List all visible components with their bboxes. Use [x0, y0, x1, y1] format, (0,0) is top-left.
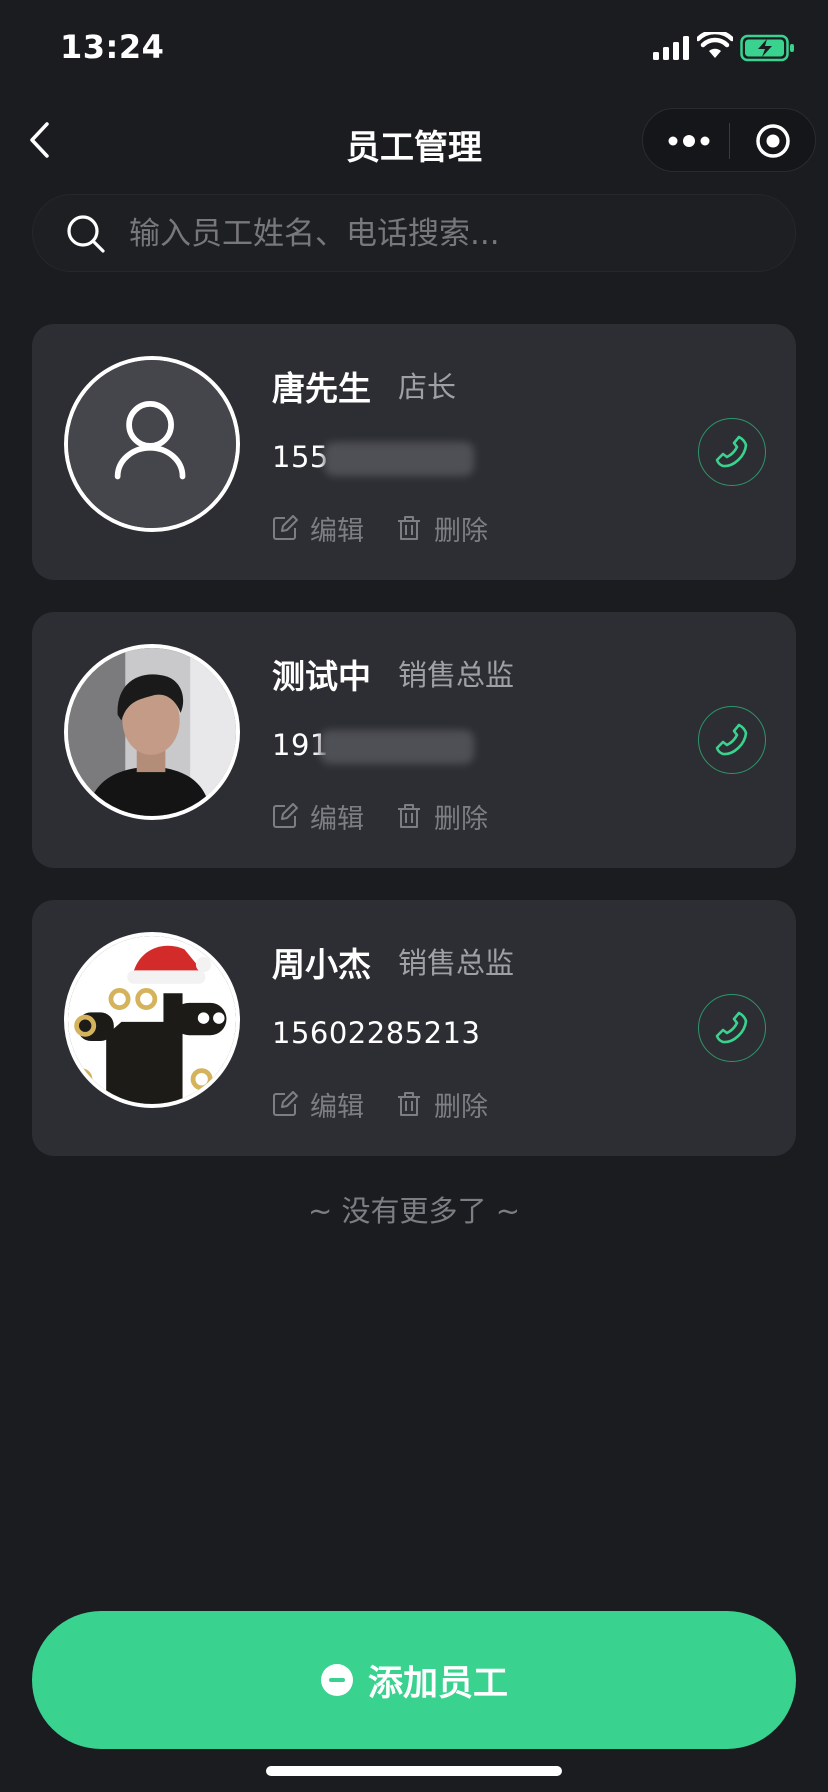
edit-icon: [273, 1091, 298, 1116]
cellular-signal-icon: [653, 36, 689, 60]
avatar: [64, 644, 240, 820]
edit-label: 编辑: [310, 1091, 364, 1123]
status-time: 13:24: [60, 28, 165, 66]
employee-role: 销售总监: [398, 658, 515, 692]
list-end-text: ~ 没有更多了 ~: [307, 1194, 521, 1228]
employee-role: 店长: [398, 370, 457, 404]
add-employee-button[interactable]: 添加员工: [32, 1611, 796, 1749]
edit-label: 编辑: [310, 803, 364, 835]
trash-icon: [398, 516, 420, 540]
status-bar: 13:24: [0, 0, 828, 100]
trash-icon: [398, 804, 420, 828]
delete-label: 删除: [434, 515, 488, 547]
home-indicator: [266, 1766, 562, 1776]
mini-program-capsule: [642, 108, 816, 172]
edit-button[interactable]: 编辑: [272, 1086, 364, 1123]
capsule-divider: [729, 123, 730, 159]
employee-card[interactable]: 周小杰 销售总监 15602285213 编辑 删除: [32, 900, 796, 1156]
employee-card[interactable]: 唐先生 店长 155 编辑 删除: [32, 324, 796, 580]
edit-button[interactable]: 编辑: [272, 798, 364, 835]
edit-icon: [273, 515, 298, 540]
trash-icon: [398, 1092, 420, 1116]
add-circle-icon: [320, 1664, 353, 1696]
wifi-icon: [697, 32, 733, 58]
phone-redaction: [320, 730, 474, 764]
call-button[interactable]: [698, 418, 766, 486]
phone-icon: [715, 723, 748, 756]
more-dots-icon[interactable]: [665, 125, 713, 157]
add-employee-label: 添加员工: [367, 1663, 508, 1704]
employee-name: 唐先生: [272, 369, 371, 408]
target-icon[interactable]: [753, 121, 793, 161]
delete-button[interactable]: 删除: [396, 510, 488, 547]
delete-label: 删除: [434, 1091, 488, 1123]
avatar: [64, 356, 240, 532]
employee-name: 周小杰: [272, 945, 371, 984]
photo-avatar: [68, 648, 236, 816]
christmas-hat-avatar: [68, 936, 236, 1104]
edit-button[interactable]: 编辑: [272, 510, 364, 547]
delete-button[interactable]: 删除: [396, 1086, 488, 1123]
phone-redaction: [324, 442, 474, 476]
call-button[interactable]: [698, 706, 766, 774]
employee-phone: 155: [272, 440, 329, 474]
employee-role: 销售总监: [398, 946, 515, 980]
employee-phone: 15602285213: [272, 1016, 481, 1050]
phone-icon: [715, 435, 748, 468]
search-icon: [67, 215, 105, 253]
default-user-avatar: [68, 360, 236, 528]
avatar: [64, 932, 240, 1108]
phone-icon: [715, 1011, 748, 1044]
battery-charging-icon: [740, 34, 794, 62]
delete-button[interactable]: 删除: [396, 798, 488, 835]
employee-card[interactable]: 测试中 销售总监 191 编辑 删除: [32, 612, 796, 868]
nav-bar: 员工管理: [0, 100, 828, 184]
delete-label: 删除: [434, 803, 488, 835]
edit-label: 编辑: [310, 515, 364, 547]
call-button[interactable]: [698, 994, 766, 1062]
search-bar[interactable]: [32, 194, 796, 272]
edit-icon: [273, 803, 298, 828]
search-input[interactable]: [129, 205, 769, 263]
employee-name: 测试中: [272, 657, 371, 696]
